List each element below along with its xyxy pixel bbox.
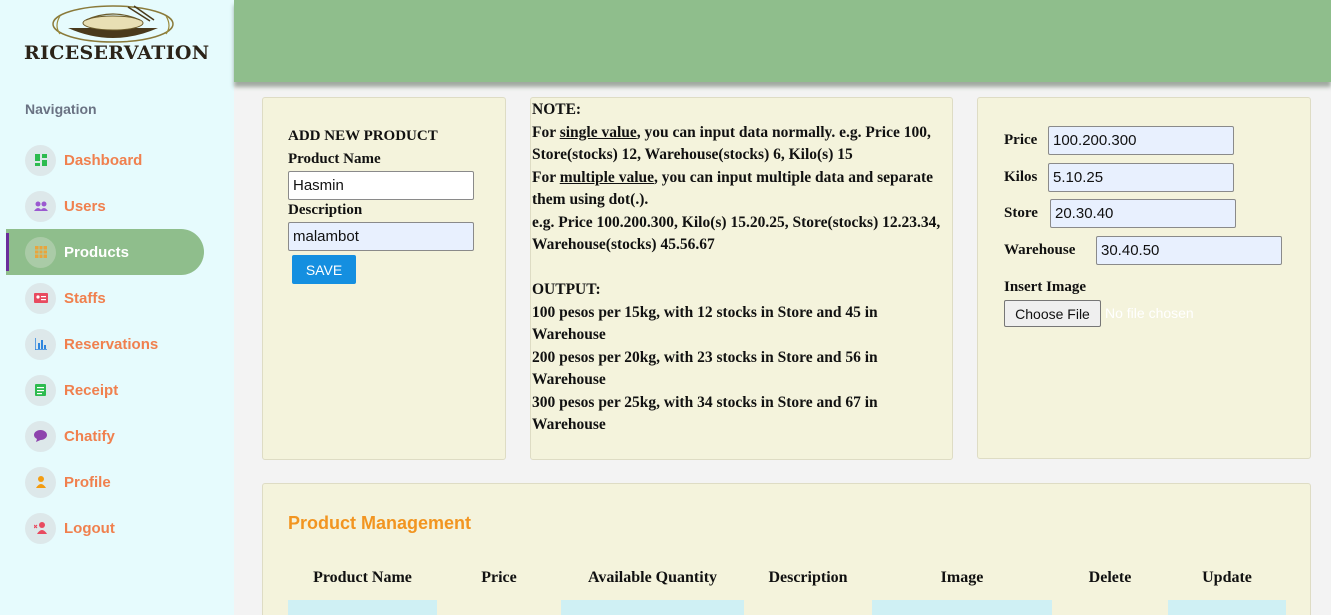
add-product-title: ADD NEW PRODUCT	[288, 128, 438, 144]
sidebar-item-products[interactable]: Products	[6, 229, 204, 275]
sidebar-item-profile[interactable]: Profile	[0, 459, 234, 505]
sidebar-item-logout[interactable]: Logout	[0, 505, 234, 551]
sidebar-item-reservations[interactable]: Reservations	[0, 321, 234, 367]
note-panel: NOTE: For single value, you can input da…	[530, 97, 953, 460]
insert-image-label: Insert Image	[1004, 279, 1087, 295]
brand-logo[interactable]: RICESERVATION	[24, 4, 210, 66]
table-cell	[561, 600, 744, 615]
sidebar-item-chatify[interactable]: Chatify	[0, 413, 234, 459]
column-header: Update	[1202, 569, 1252, 586]
brand-name: RICESERVATION	[24, 42, 210, 64]
column-header: Price	[481, 569, 517, 586]
nav-list: Dashboard Users Products Staffs Reservat…	[0, 137, 234, 551]
single-value-term: single value	[559, 123, 637, 141]
table-cell	[1052, 600, 1168, 615]
nav-heading: Navigation	[25, 101, 97, 117]
person-icon	[25, 466, 56, 498]
top-bar	[234, 0, 1331, 82]
users-icon	[25, 190, 56, 222]
column-header: Delete	[1088, 569, 1132, 586]
sidebar-item-label: Reservations	[64, 335, 159, 353]
sidebar-item-label: Products	[64, 243, 130, 261]
sidebar-item-staffs[interactable]: Staffs	[0, 275, 234, 321]
note-heading: NOTE:	[532, 101, 582, 118]
product-name-input[interactable]	[288, 171, 474, 200]
sidebar: RICESERVATION Navigation Dashboard Users…	[0, 0, 234, 615]
chat-icon	[25, 420, 56, 452]
table-cell	[437, 600, 561, 615]
description-input[interactable]	[288, 222, 474, 251]
sidebar-item-users[interactable]: Users	[0, 183, 234, 229]
sidebar-item-label: Chatify	[64, 427, 115, 445]
warehouse-input[interactable]	[1096, 236, 1282, 265]
price-input[interactable]	[1048, 126, 1234, 155]
price-label: Price	[1004, 132, 1038, 148]
column-header: Description	[768, 569, 848, 586]
note-example: e.g. Price 100.200.300, Kilo(s) 15.20.25…	[532, 213, 941, 254]
product-management-panel: Product Management Product Name Price Av…	[262, 483, 1311, 615]
product-table: Product Name Price Available Quantity De…	[288, 556, 1286, 615]
values-panel: Price Kilos Store Warehouse Insert Image…	[977, 97, 1311, 459]
kilos-label: Kilos	[1004, 169, 1038, 185]
sidebar-item-dashboard[interactable]: Dashboard	[0, 137, 234, 183]
column-header: Available Quantity	[587, 569, 718, 586]
sidebar-item-label: Users	[64, 197, 106, 215]
product-management-title: Product Management	[288, 513, 472, 533]
store-input[interactable]	[1050, 199, 1236, 228]
sidebar-item-label: Staffs	[64, 289, 106, 307]
output-line: 100 pesos per 15kg, with 12 stocks in St…	[532, 303, 878, 344]
product-name-label: Product Name	[288, 151, 381, 167]
bar-chart-icon	[25, 328, 56, 360]
sidebar-item-label: Dashboard	[64, 151, 143, 169]
output-heading: OUTPUT:	[532, 281, 601, 298]
dashboard-icon	[25, 144, 56, 176]
person-remove-icon	[25, 512, 56, 544]
sidebar-item-label: Receipt	[64, 381, 119, 399]
table-cell	[288, 600, 437, 615]
column-header: Image	[940, 569, 984, 586]
store-label: Store	[1004, 205, 1038, 221]
note-text: NOTE: For single value, you can input da…	[532, 99, 952, 437]
sidebar-item-label: Logout	[64, 519, 115, 537]
multiple-value-term: multiple value	[559, 168, 654, 186]
output-line: 200 pesos per 20kg, with 23 stocks in St…	[532, 348, 878, 389]
description-label: Description	[288, 202, 363, 218]
table-row	[288, 600, 1286, 615]
table-cell	[744, 600, 872, 615]
table-cell	[872, 600, 1052, 615]
kilos-input[interactable]	[1048, 163, 1234, 192]
note-single: For single value, you can input data nor…	[532, 123, 931, 164]
table-cell	[1168, 600, 1286, 615]
sidebar-item-receipt[interactable]: Receipt	[0, 367, 234, 413]
grid-icon	[25, 236, 56, 268]
file-status: No file chosen	[1105, 305, 1194, 321]
column-header: Product Name	[313, 569, 412, 586]
warehouse-label: Warehouse	[1004, 242, 1076, 258]
output-line: 300 pesos per 25kg, with 34 stocks in St…	[532, 393, 878, 434]
save-button[interactable]: SAVE	[292, 255, 356, 284]
note-multiple: For multiple value, you can input multip…	[532, 168, 934, 209]
receipt-icon	[25, 374, 56, 406]
sidebar-item-label: Profile	[64, 473, 111, 491]
choose-file-button[interactable]: Choose File	[1004, 300, 1101, 327]
id-card-icon	[25, 282, 56, 314]
add-product-panel: ADD NEW PRODUCT Product Name Description…	[262, 97, 506, 460]
rice-bowl-logo-icon	[52, 5, 174, 43]
